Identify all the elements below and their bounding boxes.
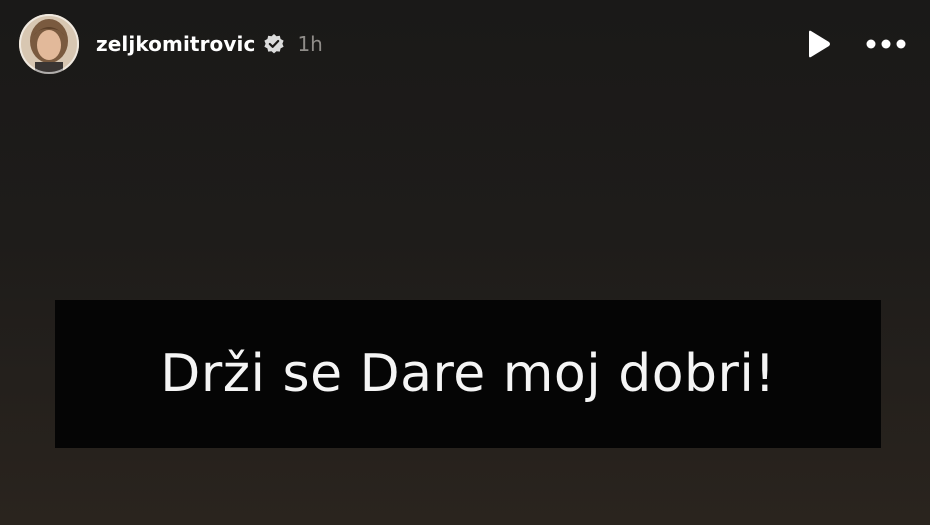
post-time: 1h (297, 32, 323, 56)
play-icon (809, 30, 830, 58)
story-text: Drži se Dare moj dobri! (160, 344, 776, 404)
more-options-button[interactable] (864, 28, 908, 60)
play-button[interactable] (802, 28, 834, 60)
avatar[interactable] (19, 14, 79, 74)
header-actions (802, 28, 908, 60)
story-header: zeljkomitrovic 1h (19, 13, 908, 75)
username[interactable]: zeljkomitrovic (96, 32, 255, 56)
more-options-icon (866, 39, 906, 49)
story-viewer: zeljkomitrovic 1h Drži se Dare moj dobri… (0, 0, 930, 525)
avatar-image (19, 14, 79, 74)
verified-badge-icon (263, 33, 285, 55)
story-text-box: Drži se Dare moj dobri! (55, 300, 881, 448)
